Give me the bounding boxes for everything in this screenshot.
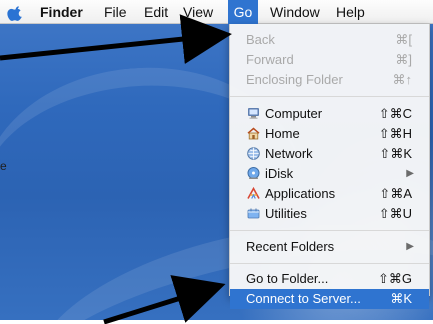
go-home-item[interactable]: Home ⇧⌘H	[230, 124, 429, 144]
menu-file[interactable]: File	[104, 0, 127, 24]
submenu-arrow-icon: ▶	[406, 168, 414, 179]
go-recent-folders-item[interactable]: Recent Folders ▶	[230, 237, 429, 257]
menu-bar: Finder File Edit View Go Window Help	[0, 0, 433, 24]
go-idisk-item[interactable]: iDisk ▶	[230, 164, 429, 184]
mac-os-screen: e Finder File Edit View Go Window Help B…	[0, 0, 433, 324]
go-enclosing-folder-label: Enclosing Folder	[246, 72, 343, 87]
network-icon	[246, 146, 261, 161]
menu-divider	[230, 263, 429, 264]
applications-icon	[246, 186, 261, 201]
go-menu-dropdown: Back ⌘[ Forward ⌘] Enclosing Folder ⌘↑ C…	[229, 24, 430, 309]
connect-to-server-item[interactable]: Connect to Server... ⌘K	[230, 289, 429, 309]
go-applications-label: Applications	[265, 186, 336, 201]
go-utilities-item[interactable]: Utilities ⇧⌘U	[230, 204, 429, 224]
go-back-label: Back	[246, 32, 275, 47]
go-computer-item[interactable]: Computer ⇧⌘C	[230, 104, 429, 124]
menu-help[interactable]: Help	[336, 0, 365, 24]
connect-to-server-shortcut: ⌘K	[390, 291, 412, 306]
menu-go[interactable]: Go	[228, 0, 258, 24]
menu-divider	[230, 230, 429, 231]
go-network-shortcut: ⇧⌘K	[379, 146, 412, 161]
go-forward-item: Forward ⌘]	[230, 50, 429, 70]
go-enclosing-folder-item: Enclosing Folder ⌘↑	[230, 70, 429, 90]
go-network-item[interactable]: Network ⇧⌘K	[230, 144, 429, 164]
go-utilities-label: Utilities	[265, 206, 307, 221]
menu-divider	[230, 96, 429, 97]
computer-icon	[246, 106, 261, 121]
go-forward-label: Forward	[246, 52, 294, 67]
go-to-folder-item[interactable]: Go to Folder... ⇧⌘G	[230, 269, 429, 289]
menu-view[interactable]: View	[183, 0, 213, 24]
go-home-label: Home	[265, 126, 300, 141]
go-applications-shortcut: ⇧⌘A	[379, 186, 412, 201]
go-enclosing-folder-shortcut: ⌘↑	[392, 72, 413, 87]
menu-edit[interactable]: Edit	[144, 0, 168, 24]
menu-window[interactable]: Window	[270, 0, 320, 24]
go-back-shortcut: ⌘[	[395, 32, 412, 47]
go-back-item: Back ⌘[	[230, 30, 429, 50]
go-idisk-label: iDisk	[265, 166, 294, 181]
home-icon	[246, 126, 261, 141]
menu-finder[interactable]: Finder	[40, 0, 83, 24]
connect-to-server-label: Connect to Server...	[246, 291, 361, 306]
go-computer-label: Computer	[265, 106, 323, 121]
go-network-label: Network	[265, 146, 313, 161]
go-to-folder-label: Go to Folder...	[246, 271, 329, 286]
idisk-icon	[246, 166, 261, 181]
utilities-icon	[246, 206, 261, 221]
go-applications-item[interactable]: Applications ⇧⌘A	[230, 184, 429, 204]
go-to-folder-shortcut: ⇧⌘G	[377, 271, 412, 286]
go-home-shortcut: ⇧⌘H	[378, 126, 412, 141]
go-utilities-shortcut: ⇧⌘U	[378, 206, 412, 221]
submenu-arrow-icon: ▶	[406, 241, 414, 252]
desktop-edge-text: e	[0, 159, 7, 173]
go-forward-shortcut: ⌘]	[395, 52, 412, 67]
go-computer-shortcut: ⇧⌘C	[378, 106, 412, 121]
apple-icon[interactable]	[7, 4, 25, 22]
go-recent-folders-label: Recent Folders	[246, 239, 335, 254]
